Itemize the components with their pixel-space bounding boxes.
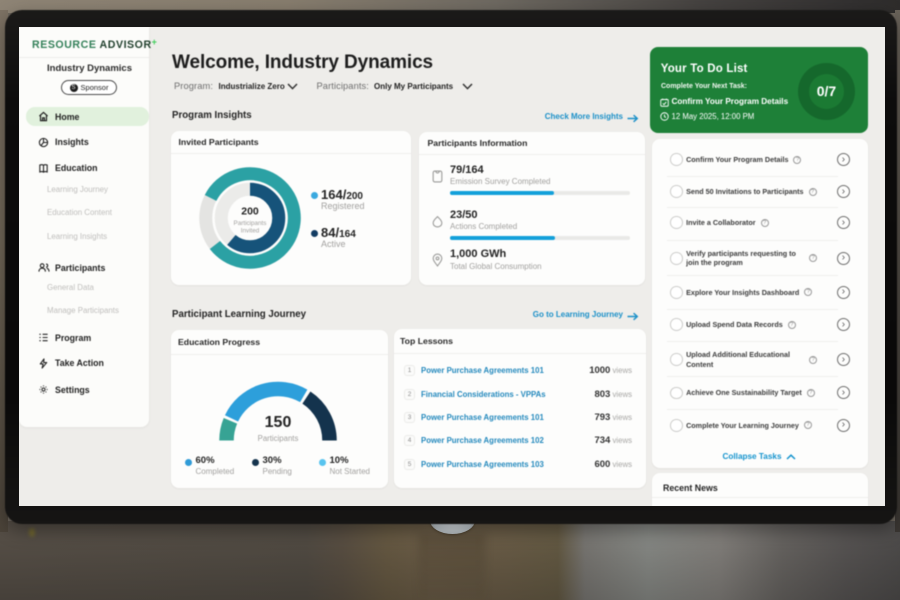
svg-text:200: 200 — [241, 205, 259, 217]
svg-text:Invited: Invited — [240, 227, 259, 234]
svg-text:Participants: Participants — [233, 220, 266, 227]
